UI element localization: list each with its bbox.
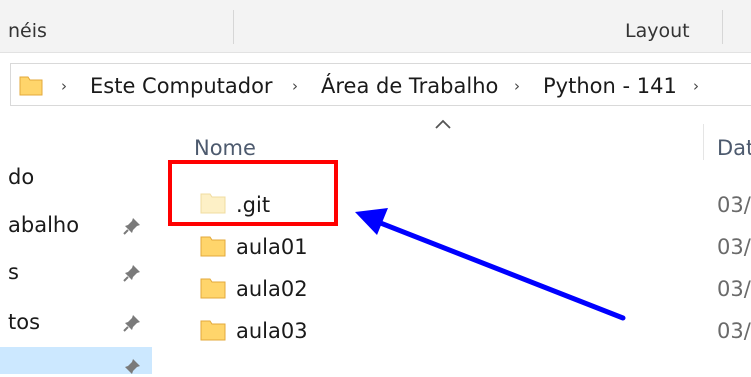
annotation-arrow [355,208,626,321]
